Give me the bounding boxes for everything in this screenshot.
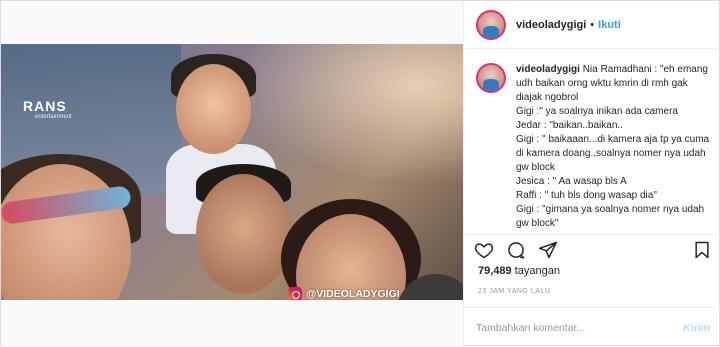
caption-text: videoladygigi Nia Ramadhani : "eh emang … bbox=[516, 63, 712, 233]
child-face bbox=[176, 64, 251, 154]
separator-dot: • bbox=[590, 18, 595, 31]
watermark-text: @VIDEOLADYGIGI bbox=[306, 288, 400, 300]
heart-icon[interactable] bbox=[474, 240, 494, 260]
instagram-post: RANS entertainment @VIDEOLADYGIGI videol… bbox=[0, 0, 720, 347]
action-bar bbox=[464, 234, 720, 264]
share-icon[interactable] bbox=[538, 240, 558, 260]
post-sidebar: videoladygigi • Ikuti videoladygigi Nia … bbox=[463, 1, 720, 347]
caption-line: Gigi :" ya soalnya inikan ada camera bbox=[516, 106, 678, 117]
comment-icon[interactable] bbox=[506, 240, 526, 260]
caption-line: Gigi : " baikaaan...di kamera aja tp ya … bbox=[516, 134, 710, 173]
send-button[interactable]: Kirim bbox=[683, 322, 710, 334]
post-media: RANS entertainment @VIDEOLADYGIGI bbox=[1, 1, 463, 347]
view-count[interactable]: 79,489 tayangan bbox=[478, 265, 560, 277]
views-label: tayangan bbox=[514, 265, 560, 277]
caption-line: Jedar : "baikan..baikan.. bbox=[516, 120, 623, 131]
caption-username[interactable]: videoladygigi bbox=[516, 64, 580, 75]
brand-logo: RANS bbox=[23, 98, 67, 114]
post-header: videoladygigi • Ikuti bbox=[464, 1, 720, 49]
caption-line: Jesica : " Aa wasap bls A bbox=[516, 176, 627, 187]
views-number: 79,489 bbox=[478, 265, 512, 277]
man-face bbox=[196, 174, 291, 294]
instagram-icon bbox=[288, 287, 302, 300]
comment-input[interactable] bbox=[476, 321, 684, 334]
post-timestamp[interactable]: 23 JAM YANG LALU bbox=[478, 288, 550, 295]
video-watermark: @VIDEOLADYGIGI bbox=[288, 287, 400, 300]
video-frame[interactable]: RANS entertainment @VIDEOLADYGIGI bbox=[1, 44, 463, 300]
caption-avatar[interactable] bbox=[476, 63, 506, 93]
caption-line: Gigi : "gimana ya soalnya nomer nya udah… bbox=[516, 204, 705, 229]
brand-subtitle: entertainment bbox=[35, 114, 72, 120]
caption-line: Raffi : " tuh bls dong wasap dia" bbox=[516, 190, 657, 201]
caption-area[interactable]: videoladygigi Nia Ramadhani : "eh emang … bbox=[464, 63, 720, 233]
bookmark-icon[interactable] bbox=[692, 240, 712, 260]
follow-button[interactable]: Ikuti bbox=[598, 19, 621, 31]
comment-box: Kirim bbox=[464, 307, 720, 347]
avatar[interactable] bbox=[476, 9, 506, 40]
header-username[interactable]: videoladygigi bbox=[516, 19, 586, 31]
